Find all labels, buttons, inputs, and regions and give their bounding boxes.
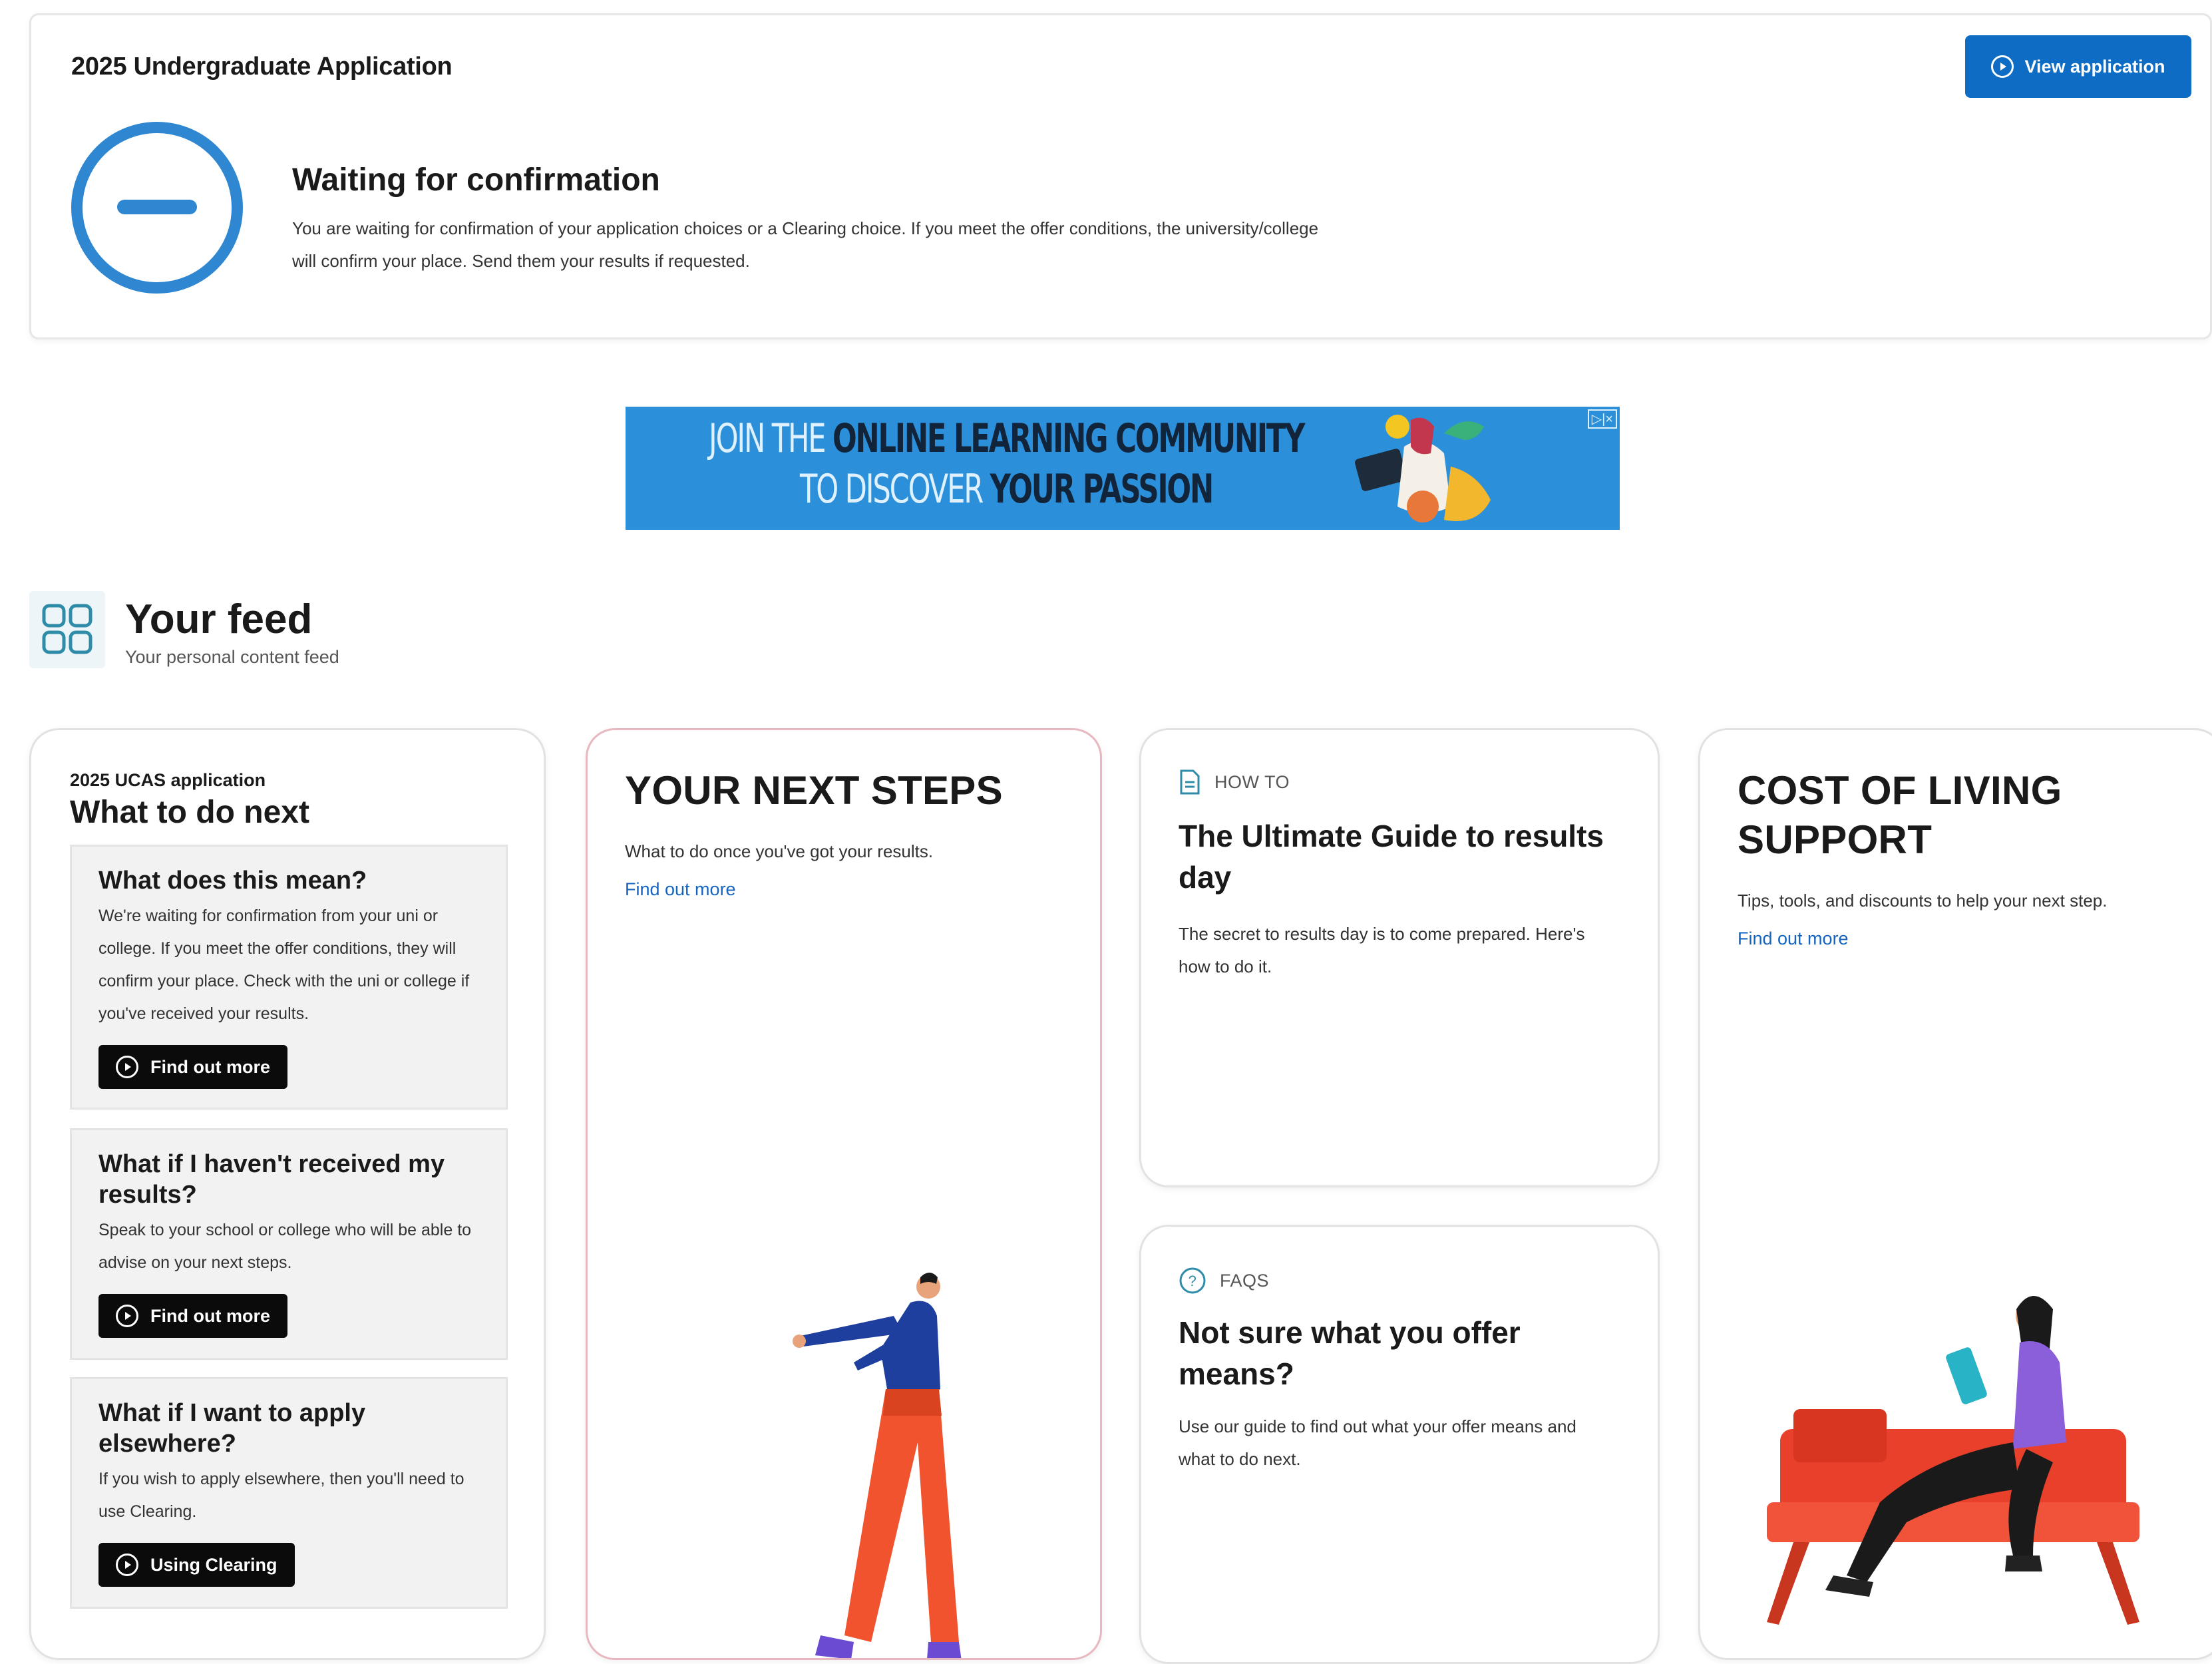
find-out-more-link[interactable]: Find out more	[1738, 929, 1849, 949]
view-application-button[interactable]: View application	[1965, 35, 2191, 98]
info-box-title: What does this mean?	[98, 867, 367, 895]
using-clearing-button[interactable]: Using Clearing	[98, 1543, 295, 1587]
svg-text:?: ?	[1189, 1273, 1197, 1289]
banner-line-2: TO DISCOVER YOUR PASSION	[800, 466, 1214, 513]
play-circle-icon	[1991, 55, 2014, 78]
card-text: The secret to results day is to come pre…	[1179, 924, 1585, 976]
find-out-more-button[interactable]: Find out more	[98, 1294, 287, 1338]
application-status-card: 2025 Undergraduate Application View appl…	[29, 13, 2212, 339]
button-label: Using Clearing	[150, 1554, 277, 1575]
card-title: What to do next	[70, 795, 309, 830]
card-title: COST OF LIVING SUPPORT	[1738, 768, 2062, 862]
play-circle-icon	[116, 1305, 138, 1327]
card-title: Not sure what you offer means?	[1179, 1315, 1521, 1391]
play-circle-icon	[116, 1554, 138, 1576]
banner-line-1: JOIN THE ONLINE LEARNING COMMUNITY	[709, 415, 1305, 462]
card-title: The Ultimate Guide to results day	[1179, 819, 1604, 895]
info-box-title: What if I want to apply elsewhere?	[98, 1399, 366, 1458]
info-box-title: What if I haven't received my results?	[98, 1150, 445, 1209]
card-pretitle: 2025 UCAS application	[70, 770, 266, 790]
status-description: You are waiting for confirmation of your…	[292, 218, 1319, 271]
banner-illustration	[1355, 415, 1491, 522]
button-label: Find out more	[150, 1056, 270, 1077]
faqs-tag: ? FAQS	[1179, 1267, 1269, 1295]
how-to-tag: HOW TO	[1179, 769, 1290, 795]
view-application-label: View application	[2024, 56, 2165, 77]
tag-label: FAQS	[1220, 1270, 1270, 1291]
person-on-sofa-illustration	[1767, 1296, 2139, 1625]
info-box-what-does-this-mean: What does this mean? We're waiting for c…	[70, 845, 508, 1110]
card-text: Tips, tools, and discounts to help your …	[1738, 891, 2108, 911]
info-box-text: If you wish to apply elsewhere, then you…	[98, 1470, 464, 1521]
advertisement-banner[interactable]: JOIN THE ONLINE LEARNING COMMUNITY TO DI…	[626, 407, 1620, 530]
card-text: What to do once you've got your results.	[625, 841, 934, 861]
application-title: 2025 Undergraduate Application	[71, 53, 453, 81]
card-title: YOUR NEXT STEPS	[625, 768, 1003, 813]
faqs-card[interactable]: ? FAQS Not sure what you offer means? Us…	[1139, 1225, 1660, 1664]
tag-label: HOW TO	[1214, 771, 1290, 792]
find-out-more-button[interactable]: Find out more	[98, 1045, 287, 1089]
feed-title: Your feed	[125, 596, 313, 642]
status-heading: Waiting for confirmation	[292, 162, 660, 198]
card-text: Use our guide to find out what your offe…	[1179, 1416, 1576, 1469]
info-box-text: Speak to your school or college who will…	[98, 1221, 472, 1272]
your-next-steps-card[interactable]: YOUR NEXT STEPS What to do once you've g…	[586, 728, 1102, 1660]
info-box-no-results: What if I haven't received my results? S…	[70, 1128, 508, 1360]
info-box-text: We're waiting for confirmation from your…	[98, 907, 470, 1023]
results-day-guide-card[interactable]: HOW TO The Ultimate Guide to results day…	[1139, 728, 1660, 1187]
document-icon	[1180, 769, 1200, 795]
what-to-do-next-card: 2025 UCAS application What to do next Wh…	[29, 728, 546, 1660]
info-box-apply-elsewhere: What if I want to apply elsewhere? If yo…	[70, 1377, 508, 1609]
question-circle-icon: ?	[1179, 1267, 1206, 1294]
grid-icon	[29, 591, 105, 668]
cost-of-living-card[interactable]: COST OF LIVING SUPPORT Tips, tools, and …	[1698, 728, 2212, 1660]
person-illustration	[793, 1273, 962, 1658]
minus-circle-icon	[71, 122, 243, 294]
ad-choices-icon[interactable]: ▷|×	[1587, 409, 1617, 429]
button-label: Find out more	[150, 1305, 270, 1326]
play-circle-icon	[116, 1056, 138, 1078]
feed-subtitle: Your personal content feed	[125, 647, 339, 667]
find-out-more-link[interactable]: Find out more	[625, 879, 736, 900]
